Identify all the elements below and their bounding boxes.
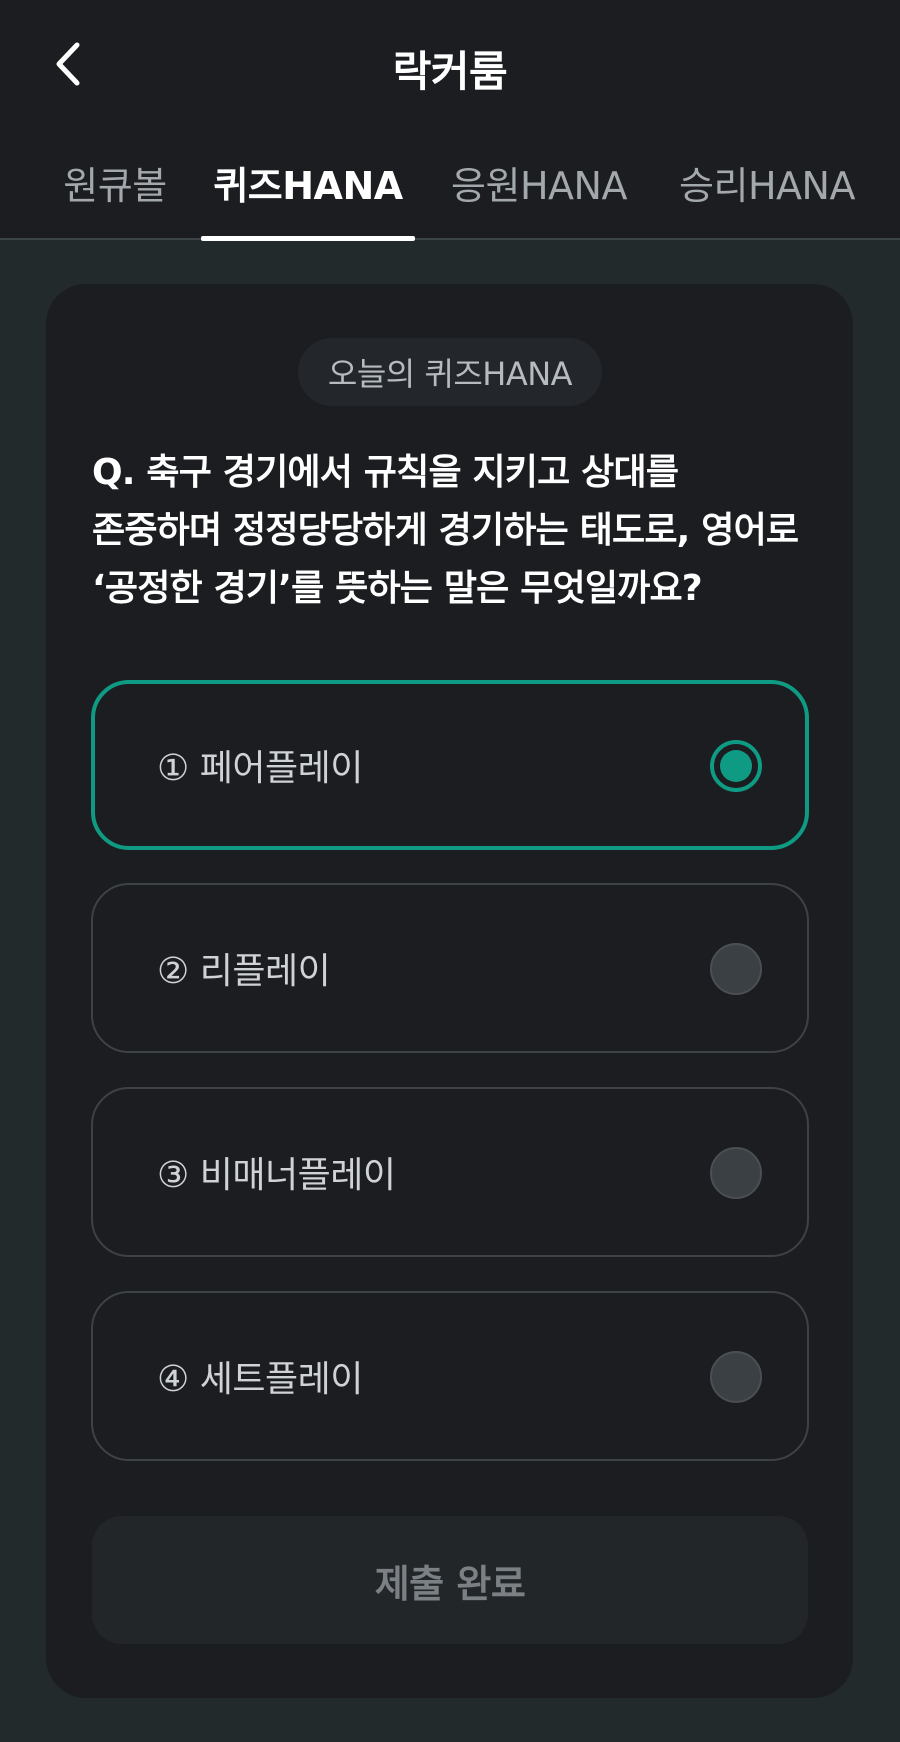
tab-cheer-hana[interactable]: 응원HANA	[450, 155, 628, 240]
option-2[interactable]: ② 리플레이	[91, 883, 809, 1053]
question-text: Q. 축구 경기에서 규칙을 지키고 상대를 존중하며 정정당당하게 경기하는 …	[92, 444, 822, 618]
page-title: 락커룸	[392, 47, 508, 96]
quiz-badge: 오늘의 퀴즈HANA	[298, 338, 602, 406]
active-tab-indicator	[201, 236, 415, 241]
header: 락커룸 원큐볼 퀴즈HANA 응원HANA 승리HANA	[0, 0, 900, 241]
app-root: 락커룸 원큐볼 퀴즈HANA 응원HANA 승리HANA 오늘의 퀴즈HANA …	[0, 0, 900, 1742]
quiz-card: 오늘의 퀴즈HANA Q. 축구 경기에서 규칙을 지키고 상대를 존중하며 정…	[46, 284, 853, 1698]
submit-button[interactable]: 제출 완료	[92, 1516, 808, 1644]
option-label: ② 리플레이	[157, 951, 331, 992]
tab-victory-hana[interactable]: 승리HANA	[678, 155, 856, 240]
radio-unselected-icon[interactable]	[710, 943, 762, 995]
question-line: Q. 축구 경기에서 규칙을 지키고 상대를	[92, 452, 679, 493]
radio-unselected-icon[interactable]	[710, 1147, 762, 1199]
tab-quiz-hana[interactable]: 퀴즈HANA	[201, 155, 415, 240]
option-label: ④ 세트플레이	[157, 1359, 363, 1400]
option-4[interactable]: ④ 세트플레이	[91, 1291, 809, 1461]
option-3[interactable]: ③ 비매너플레이	[91, 1087, 809, 1257]
tab-bar: 원큐볼 퀴즈HANA 응원HANA 승리HANA	[0, 155, 900, 240]
question-line: ‘공정한 경기’를 뜻하는 말은 무엇일까요?	[92, 568, 703, 609]
option-label: ③ 비매너플레이	[157, 1155, 396, 1196]
radio-unselected-icon[interactable]	[710, 1351, 762, 1403]
question-line: 존중하며 정정당당하게 경기하는 태도로, 영어로	[92, 510, 799, 551]
option-1[interactable]: ① 페어플레이	[91, 680, 809, 850]
radio-dot	[720, 750, 752, 782]
tab-onequeball[interactable]: 원큐볼	[58, 155, 172, 240]
option-label: ① 페어플레이	[157, 748, 363, 789]
radio-selected-icon[interactable]	[710, 740, 762, 792]
